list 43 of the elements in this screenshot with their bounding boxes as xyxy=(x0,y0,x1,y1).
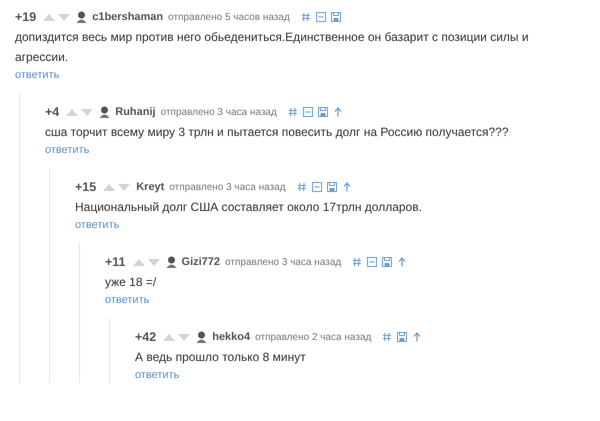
comment-author[interactable]: Gizi772 xyxy=(182,256,220,268)
save-icon[interactable] xyxy=(318,107,328,117)
save-icon[interactable] xyxy=(397,332,408,342)
hash-icon[interactable] xyxy=(382,332,392,342)
comment-score: +4 xyxy=(45,105,60,119)
comment-author[interactable]: c1bershaman xyxy=(92,11,164,23)
hash-icon[interactable] xyxy=(352,257,362,267)
comment-text: уже 18 =/ xyxy=(105,274,158,291)
vote-arrows-icon[interactable] xyxy=(103,182,132,192)
collapse-icon[interactable] xyxy=(312,182,322,192)
save-icon[interactable] xyxy=(326,182,337,192)
comment-text: допиздится весь мир против него обьедениться.Единственное он базарит с позиции силы и агрессии. xyxy=(15,29,530,66)
vote-arrows-icon[interactable] xyxy=(163,332,192,342)
vote-arrows-icon[interactable] xyxy=(66,108,94,116)
collapse-icon[interactable] xyxy=(316,12,326,22)
collapse-icon[interactable] xyxy=(302,107,313,117)
comment-timestamp: отправлено 3 часа назад xyxy=(225,256,342,268)
comment-author[interactable]: Ruhanij xyxy=(115,106,156,118)
save-icon[interactable] xyxy=(330,12,341,22)
comment-timestamp: отправлено 5 часов назад xyxy=(168,12,290,22)
comment-text: А ведь прошло только 8 минут xyxy=(135,349,307,366)
up-arrow-icon[interactable] xyxy=(332,107,343,117)
comment-score: +15 xyxy=(75,180,96,194)
hash-icon[interactable] xyxy=(300,12,311,22)
comment-score: +19 xyxy=(15,10,36,24)
up-arrow-icon[interactable] xyxy=(412,332,422,342)
vote-arrows-icon[interactable] xyxy=(132,258,161,266)
up-arrow-icon[interactable] xyxy=(342,182,352,192)
comment-author[interactable]: hekko4 xyxy=(212,331,250,343)
comment-author[interactable]: Kreyt xyxy=(136,181,164,193)
comment-timestamp: отправлено 3 часа назад xyxy=(160,106,277,118)
collapse-icon[interactable] xyxy=(367,257,378,267)
save-icon[interactable] xyxy=(382,257,392,267)
hash-icon[interactable] xyxy=(288,107,298,117)
comment-timestamp: отправлено 3 часа назад xyxy=(169,182,286,192)
comment-timestamp: отправлено 2 часа назад xyxy=(255,332,372,342)
vote-arrows-icon[interactable] xyxy=(43,12,72,22)
comment-score: +42 xyxy=(135,330,156,344)
up-arrow-icon[interactable] xyxy=(397,257,408,267)
comment-text: Национальный долг США составляет около 17трлн долларов. xyxy=(75,199,423,216)
hash-icon[interactable] xyxy=(296,182,307,192)
comment-score: +11 xyxy=(105,255,126,269)
comment-text: сша торчит всему миру 3 трлн и пытается повесить долг на Россию получается??? xyxy=(45,124,510,141)
